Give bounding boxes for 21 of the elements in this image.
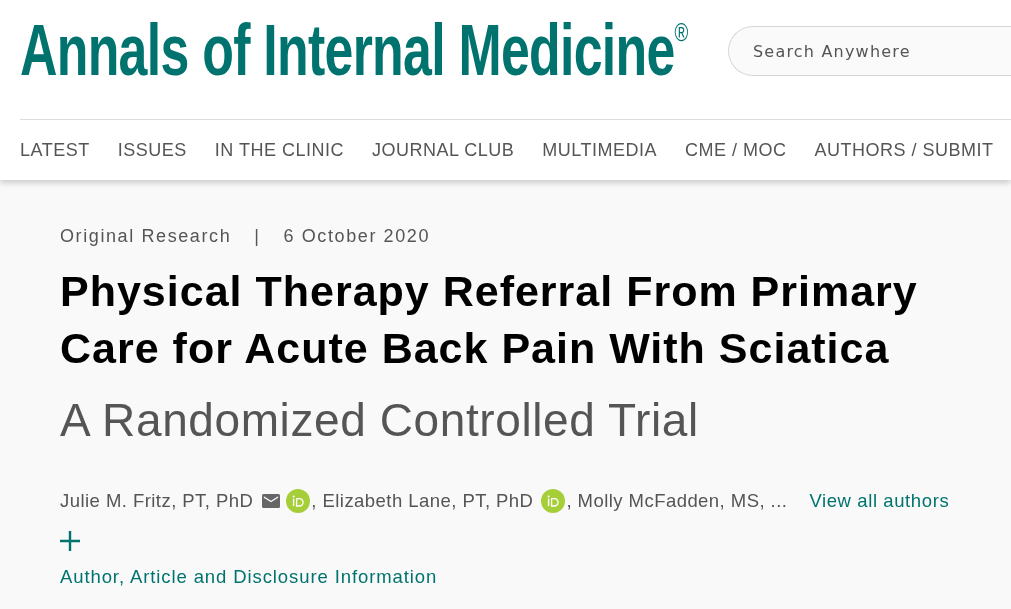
nav-link[interactable]: ISSUES xyxy=(117,139,187,161)
nav-link[interactable]: IN THE CLINIC xyxy=(214,139,344,161)
journal-logo[interactable]: Annals of Internal Medicine$^{®}$ xyxy=(20,14,689,86)
publication-date: 6 October 2020 xyxy=(283,226,431,247)
author-name[interactable]: , Molly McFadden, MS, ... xyxy=(566,490,788,512)
search-field[interactable]: Search Anywhere xyxy=(728,26,1011,76)
article-type: Original Research xyxy=(60,226,232,247)
nav-link[interactable]: MULTIMEDIA xyxy=(542,139,657,161)
author-name[interactable]: , Elizabeth Lane, PT, PhD xyxy=(311,490,534,512)
plus-icon[interactable] xyxy=(60,531,80,551)
meta-separator: | xyxy=(254,226,261,247)
article-subtitle: A Randomized Controlled Trial xyxy=(60,394,699,446)
nav-link[interactable]: AUTHORS / SUBMIT xyxy=(814,139,994,161)
disclosure-info-link[interactable]: Author, Article and Disclosure Information xyxy=(60,566,438,588)
article-title: Physical Therapy Referral From Primary Care for Acute Back Pain With Sciatica xyxy=(60,266,919,374)
nav-link[interactable]: CME / MOC xyxy=(684,139,787,161)
nav-link[interactable]: LATEST xyxy=(20,139,90,161)
envelope-icon[interactable] xyxy=(262,494,281,508)
nav-link[interactable]: JOURNAL CLUB xyxy=(371,139,515,161)
view-all-authors-link[interactable]: View all authors xyxy=(809,490,950,512)
author-name[interactable]: Julie M. Fritz, PT, PhD xyxy=(60,490,254,512)
